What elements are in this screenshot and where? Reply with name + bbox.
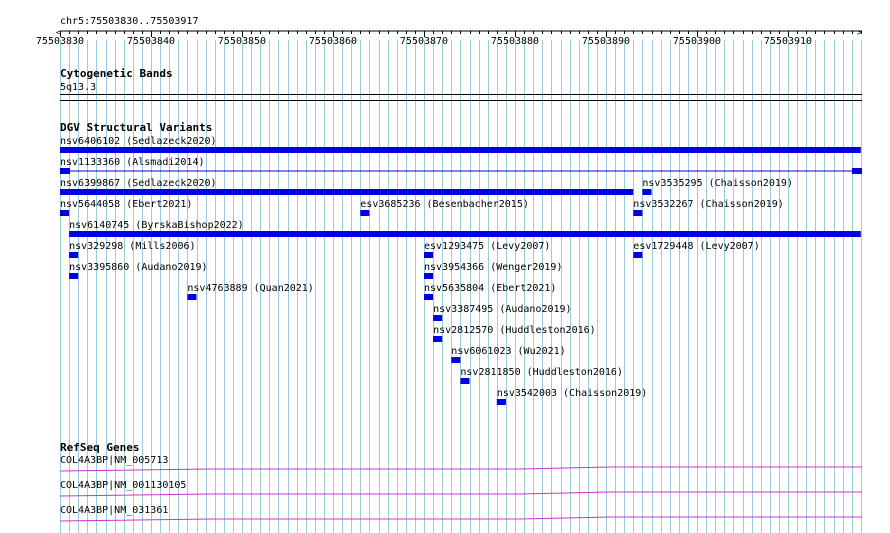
variant-bar[interactable] (187, 294, 197, 300)
variant-label: nsv1133360 (Alsmadi2014) (60, 157, 205, 168)
variant-bar[interactable] (633, 252, 643, 258)
variant-bar[interactable] (60, 189, 634, 195)
variant-line[interactable] (60, 170, 861, 172)
gene-label: COL4A3BP|NM_005713 (60, 455, 168, 466)
variant-label: esv1729448 (Levy2007) (633, 241, 759, 252)
variant-label: nsv4763889 (Quan2021) (187, 283, 313, 294)
variant-bar[interactable] (69, 273, 79, 279)
variant-label: nsv6406102 (Sedlazeck2020) (60, 136, 217, 147)
variant-label: nsv3954366 (Wenger2019) (424, 262, 562, 273)
gene-label: COL4A3BP|NM_001130105 (60, 480, 186, 491)
variant-label: nsv3532267 (Chaisson2019) (633, 199, 784, 210)
ruler-tick-label: 75503850 (218, 36, 266, 47)
variant-bar[interactable] (69, 231, 861, 237)
variant-label: nsv2812570 (Huddleston2016) (433, 325, 596, 336)
variant-bar[interactable] (633, 210, 643, 216)
ruler-tick-label: 75503830 (36, 36, 84, 47)
ruler-tick-label: 75503900 (673, 36, 721, 47)
range-label: chr5:75503830..75503917 (60, 16, 198, 27)
refseq-track-title: RefSeq Genes (60, 441, 139, 454)
variant-label: nsv3387495 (Audano2019) (433, 304, 571, 315)
ruler-tick-label: 75503890 (582, 36, 630, 47)
variant-label: nsv329298 (Mills2006) (69, 241, 195, 252)
variant-label: nsv5635804 (Ebert2021) (424, 283, 556, 294)
variant-label: esv1293475 (Levy2007) (424, 241, 550, 252)
variant-bar[interactable] (433, 336, 443, 342)
ruler-tick-label: 75503840 (127, 36, 175, 47)
variant-bar[interactable] (424, 273, 434, 279)
gene-label: COL4A3BP|NM_031361 (60, 505, 168, 516)
variant-label: nsv3395860 (Audano2019) (69, 262, 207, 273)
variant-bar[interactable] (69, 252, 79, 258)
ruler[interactable]: chr5:75503830..75503917 < > 75503830 7550… (36, 16, 862, 47)
ruler-tick-label: 75503910 (764, 36, 812, 47)
variant-label: nsv2811850 (Huddleston2016) (460, 367, 623, 378)
variant-bar[interactable] (424, 294, 434, 300)
ruler-tick-label: 75503860 (309, 36, 357, 47)
variant-bar[interactable] (60, 147, 861, 153)
variant-bar[interactable] (642, 189, 652, 195)
variant-bar[interactable] (60, 210, 70, 216)
variant-label: nsv6140745 (ByrskaBishop2022) (69, 220, 244, 231)
ruler-tick-label: 75503880 (491, 36, 539, 47)
variant-bar[interactable] (451, 357, 461, 363)
ruler-ticks: 75503830 75503840 75503850 75503860 75503870… (36, 31, 862, 47)
variant-block[interactable] (852, 168, 862, 174)
variant-bar[interactable] (433, 315, 443, 321)
variant-bar[interactable] (496, 399, 506, 405)
variant-label: nsv6061023 (Wu2021) (451, 346, 565, 357)
dgv-track-title: DGV Structural Variants (60, 121, 212, 134)
variant-label: nsv3535295 (Chaisson2019) (642, 178, 793, 189)
cytoband-label: 5q13.3 (60, 82, 96, 93)
variant-label: nsv5644058 (Ebert2021) (60, 199, 192, 210)
variant-bar[interactable] (460, 378, 470, 384)
variant-bar[interactable] (424, 252, 434, 258)
variant-label: nsv6399867 (Sedlazeck2020) (60, 178, 217, 189)
cytogenetic-bands-title: Cytogenetic Bands (60, 67, 173, 80)
variant-label: nsv3542003 (Chaisson2019) (497, 388, 648, 399)
ruler-tick-label: 75503870 (400, 36, 448, 47)
variant-bar[interactable] (360, 210, 370, 216)
genome-browser-panel: chr5:75503830..75503917 < > 75503830 7550… (36, 16, 862, 533)
variant-label: esv3685236 (Besenbacher2015) (360, 199, 529, 210)
